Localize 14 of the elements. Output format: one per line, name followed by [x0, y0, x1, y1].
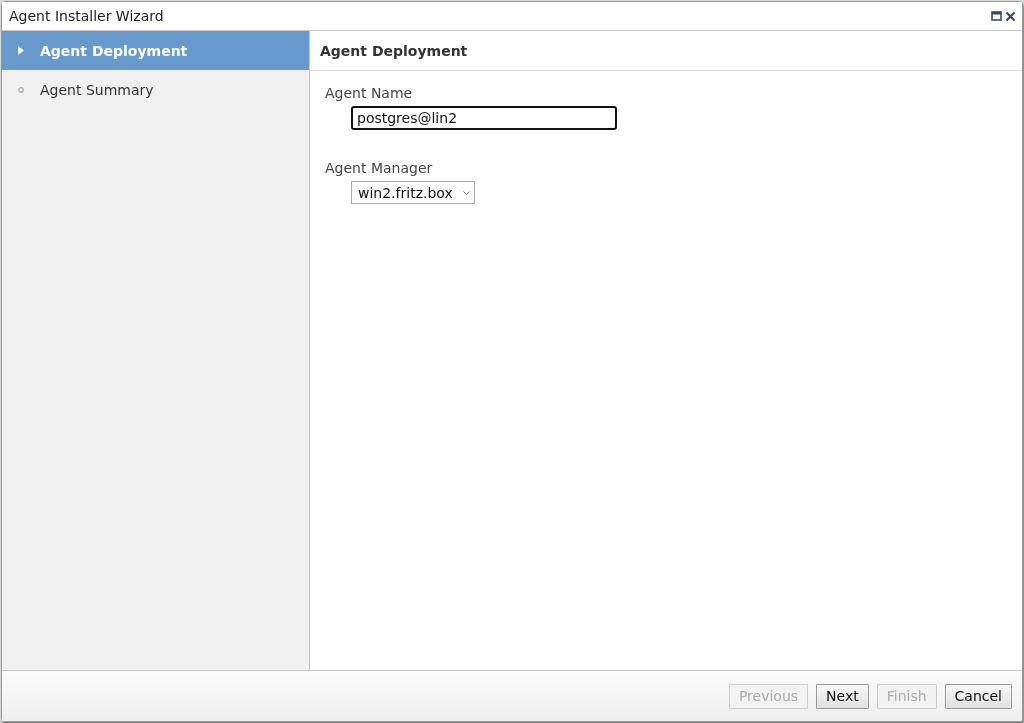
wizard-button[interactable]: Next: [816, 683, 869, 709]
text-field[interactable]: postgres@lin2: [351, 106, 617, 130]
wizard-step[interactable]: Agent Summary: [2, 70, 309, 109]
dropdown[interactable]: win2.fritz.box: [351, 181, 475, 204]
field-label: Agent Manager: [325, 160, 433, 176]
wizard-button[interactable]: Cancel: [944, 683, 1012, 709]
close-icon[interactable]: [1005, 10, 1016, 22]
circle-icon: [18, 86, 24, 93]
chevron-icon: [462, 190, 470, 195]
triangle-icon: [18, 46, 24, 55]
maximize-icon[interactable]: [991, 11, 1002, 21]
panel-title: Agent Deployment: [310, 31, 1022, 71]
field-label: Agent Name: [325, 85, 413, 101]
window-title: Agent Installer Wizard: [9, 8, 164, 24]
